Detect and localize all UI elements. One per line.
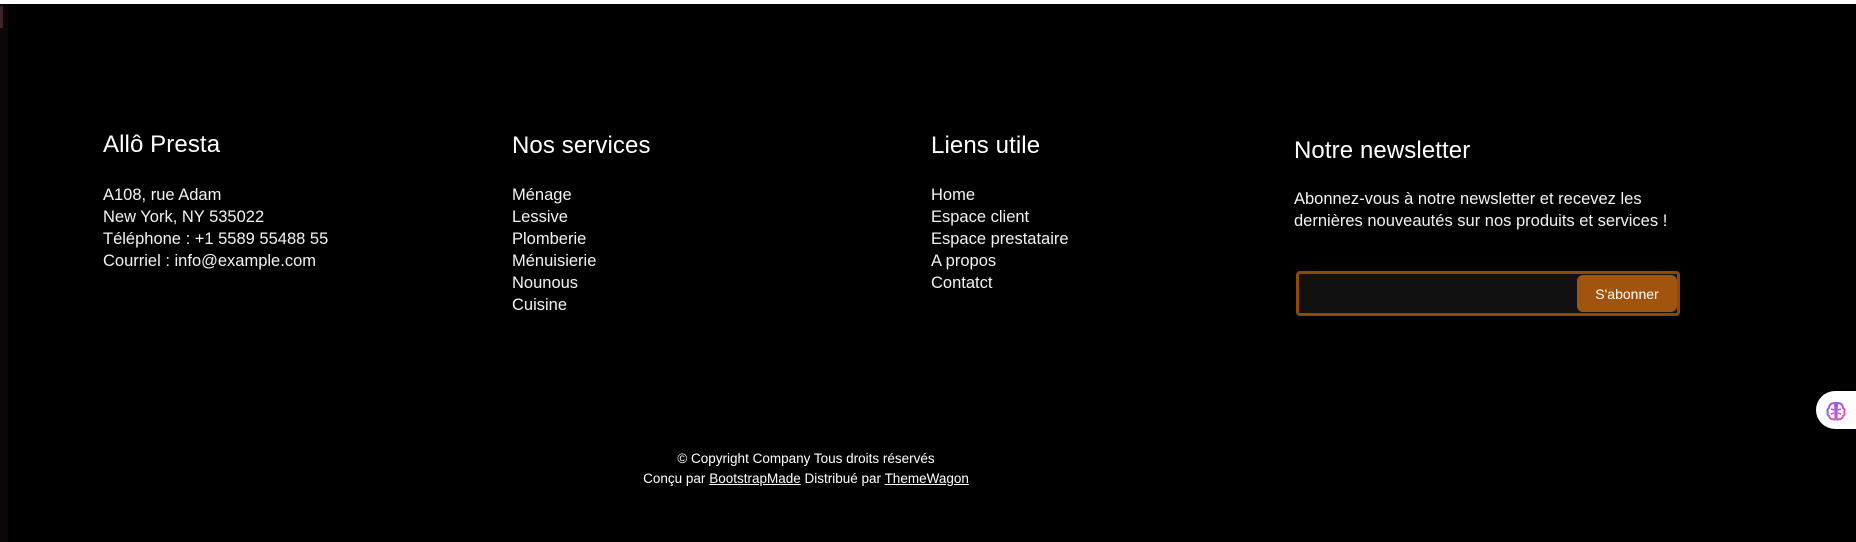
newsletter-column: Notre newsletter Abonnez-vous à notre ne… [1294,134,1667,232]
link-espace-client[interactable]: Espace client [931,208,1029,226]
useful-links-list: Home Espace client Espace prestataire A … [931,184,1069,294]
service-link-plomberie[interactable]: Plomberie [512,230,586,248]
newsletter-text: Abonnez-vous à notre newsletter et recev… [1294,188,1667,232]
service-link-menuisierie[interactable]: Ménuisierie [512,252,596,270]
newsletter-email-input[interactable] [1303,278,1577,311]
left-edge-mark [0,6,3,28]
newsletter-title: Notre newsletter [1294,137,1471,164]
themewagon-link[interactable]: ThemeWagon [885,471,969,486]
service-link-cuisine[interactable]: Cuisine [512,296,567,314]
address-line-1: A108, rue Adam [103,186,222,204]
newsletter-text-line-1: Abonnez-vous à notre newsletter et recev… [1294,190,1642,208]
brand-contact: A108, rue Adam New York, NY 535022 Télép… [103,184,328,272]
credits-line: Conçu par BootstrapMade Distribué par Th… [0,469,1612,489]
brain-icon [1826,401,1846,421]
brand-column: Allô Presta A108, rue Adam New York, NY … [103,128,328,272]
service-link-nounous[interactable]: Nounous [512,274,578,292]
brand-title: Allô Presta [103,131,221,158]
address-line-2: New York, NY 535022 [103,208,265,226]
newsletter-form: S'abonner [1296,271,1680,316]
link-espace-prestataire[interactable]: Espace prestataire [931,230,1069,248]
top-divider [0,0,1856,4]
footer-page: Allô Presta A108, rue Adam New York, NY … [0,0,1856,542]
service-link-lessive[interactable]: Lessive [512,208,568,226]
services-column: Nos services Ménage Lessive Plomberie Mé… [512,129,651,316]
subscribe-button[interactable]: S'abonner [1577,275,1677,312]
designed-by-label: Conçu par [643,471,706,486]
useful-links-title: Liens utile [931,132,1041,159]
link-a-propos[interactable]: A propos [931,252,996,270]
services-list: Ménage Lessive Plomberie Ménuisierie Nou… [512,184,651,316]
bootstrapmade-link[interactable]: BootstrapMade [709,471,801,486]
side-widget-button[interactable] [1816,391,1856,429]
copyright-text: © Copyright Company Tous droits réservés [677,451,935,466]
link-home[interactable]: Home [931,186,975,204]
useful-links-column: Liens utile Home Espace client Espace pr… [931,129,1069,294]
copyright-block: © Copyright Company Tous droits réservés… [0,449,1612,489]
service-link-menage[interactable]: Ménage [512,186,572,204]
email-text: Courriel : info@example.com [103,252,316,270]
phone-text: Téléphone : +1 5589 55488 55 [103,230,329,248]
link-contact[interactable]: Contatct [931,274,992,292]
distributed-by-label: Distribué par [804,471,882,486]
newsletter-text-line-2: dernières nouveautés sur nos produits et… [1294,212,1668,230]
services-title: Nos services [512,132,651,159]
